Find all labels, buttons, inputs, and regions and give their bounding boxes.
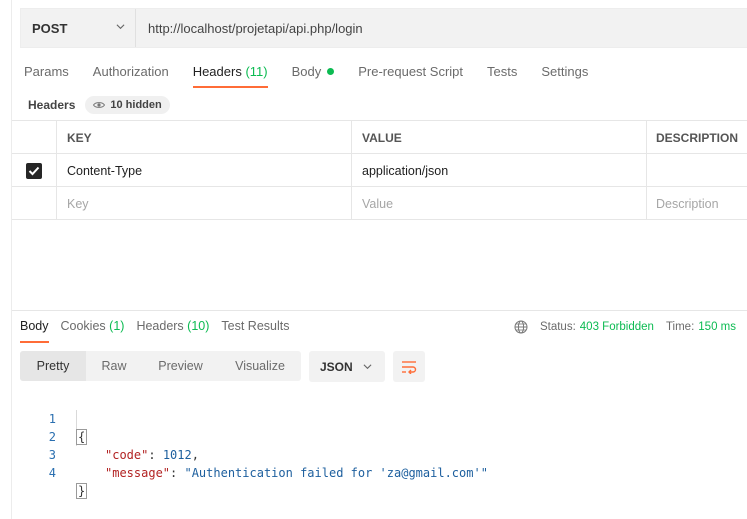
mode-raw[interactable]: Raw [86, 351, 142, 381]
tab-label: Authorization [92, 64, 169, 79]
tab-label: Body [20, 319, 49, 333]
wrap-lines-icon [402, 360, 417, 374]
tab-label: Params [24, 64, 69, 79]
row-check-cell [12, 187, 56, 220]
mode-visualize[interactable]: Visualize [219, 351, 301, 381]
tab-label: Headers [136, 319, 184, 333]
code-line: 1 { [20, 392, 720, 445]
body-indicator-dot [327, 68, 335, 76]
url-input[interactable]: http://localhost/projetapi/api.php/login [148, 9, 363, 47]
postman-window: POST http://localhost/projetapi/api.php/… [0, 0, 747, 519]
tab-label: Tests [487, 64, 518, 79]
language-label: JSON [320, 359, 353, 374]
response-meta: Status: 403 Forbidden Time: 150 ms [514, 319, 736, 335]
hidden-headers-toggle[interactable]: 10 hidden [85, 96, 170, 114]
status-label: Status: [539, 321, 576, 333]
sidebar-edge [0, 0, 12, 519]
tab-authorization[interactable]: Authorization [93, 64, 169, 88]
table-row-new: Key Value Description [12, 187, 747, 220]
response-body-viewer[interactable]: 1 { 2 "code": 1012, 3 "message": "Authen… [20, 392, 720, 499]
code-line: 3 "message": "Authentication failed for … [20, 428, 720, 480]
header-key-input[interactable]: Content-Type [56, 154, 351, 187]
header-check-cell [12, 121, 56, 154]
globe-icon[interactable] [514, 320, 528, 334]
table-header-row: KEY VALUE DESCRIPTION [12, 121, 747, 154]
column-header-key: KEY [56, 121, 351, 154]
chevron-down-icon [116, 24, 125, 30]
tab-tests[interactable]: Tests [487, 64, 517, 88]
code-line: 2 "code": 1012, [20, 410, 720, 462]
json-string: "Authentication failed for 'za@gmail.com… [184, 466, 488, 480]
table-row: Content-Type application/json [12, 154, 747, 187]
response-tabs: Body Cookies (1) Headers (10) Test Resul… [20, 319, 302, 343]
code-line: 4 } [20, 446, 720, 499]
line-number: 4 [48, 466, 56, 480]
method-label: POST [32, 20, 68, 36]
tab-label: Body [291, 64, 322, 79]
tab-body[interactable]: Body [292, 64, 335, 88]
close-brace: } [76, 483, 88, 499]
column-header-value: VALUE [351, 121, 646, 154]
new-key-input[interactable]: Key [56, 187, 351, 220]
checkmark-icon [28, 166, 40, 175]
header-description-input[interactable] [646, 154, 747, 187]
header-value-input[interactable]: application/json [351, 154, 646, 187]
tab-headers[interactable]: Headers (11) [192, 64, 268, 88]
tab-response-headers[interactable]: Headers (10) [136, 319, 209, 343]
method-select[interactable]: POST [21, 9, 136, 47]
time-value[interactable]: 150 ms [698, 321, 736, 333]
status-badge[interactable]: 403 Forbidden [580, 321, 654, 333]
response-divider[interactable] [12, 310, 747, 311]
tab-label: Pre-request Script [358, 64, 464, 79]
language-select[interactable]: JSON [309, 351, 385, 382]
tab-test-results[interactable]: Test Results [221, 319, 289, 343]
headers-table: KEY VALUE DESCRIPTION Content-Type appli… [12, 120, 747, 220]
new-value-input[interactable]: Value [351, 187, 646, 220]
time-label: Time: [665, 321, 695, 333]
tab-response-cookies[interactable]: Cookies (1) [61, 319, 125, 343]
response-headers-count: (10) [187, 319, 210, 333]
new-description-input[interactable]: Description [646, 187, 747, 220]
headers-label: Headers [28, 98, 76, 112]
cookies-count: (1) [109, 319, 125, 333]
headers-count: (11) [245, 64, 268, 79]
mode-preview[interactable]: Preview [142, 351, 219, 381]
tab-settings[interactable]: Settings [541, 64, 588, 88]
hidden-count-label: 10 hidden [110, 99, 162, 111]
json-key: "message" [105, 466, 171, 480]
request-url-bar: POST http://localhost/projetapi/api.php/… [20, 8, 747, 48]
tab-response-body[interactable]: Body [20, 319, 49, 343]
tab-label: Headers [192, 64, 242, 79]
mode-pretty[interactable]: Pretty [20, 351, 86, 381]
eye-icon [93, 102, 106, 108]
headers-subheader: Headers 10 hidden [28, 96, 170, 114]
tab-label: Cookies [60, 319, 106, 333]
tab-params[interactable]: Params [24, 64, 69, 88]
view-mode-segment: Pretty Raw Preview Visualize [20, 351, 301, 381]
request-tabs: Params Authorization Headers (11) Body P… [24, 64, 612, 88]
chevron-down-icon [363, 364, 372, 370]
tab-pre-request-script[interactable]: Pre-request Script [358, 64, 463, 88]
tab-label: Test Results [221, 319, 290, 333]
row-check-cell [12, 154, 56, 187]
header-enabled-checkbox[interactable] [26, 162, 42, 179]
tab-label: Settings [541, 64, 589, 79]
column-header-description: DESCRIPTION [646, 121, 747, 154]
wrap-lines-button[interactable] [393, 351, 425, 382]
